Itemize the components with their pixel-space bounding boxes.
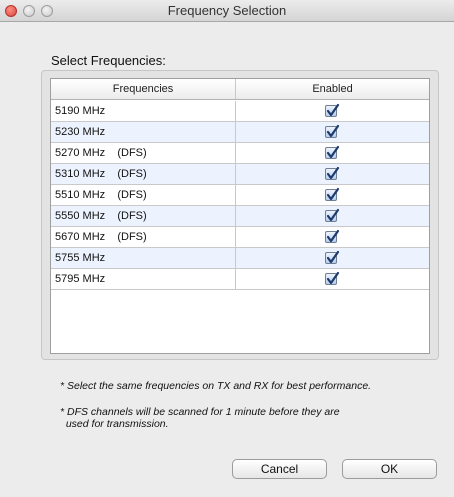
enabled-checkbox[interactable] (325, 187, 340, 201)
checkmark-icon (326, 250, 340, 264)
enabled-cell (236, 143, 429, 163)
enabled-cell (236, 101, 429, 121)
table-row[interactable]: 5190 MHz (51, 101, 429, 122)
enabled-cell (236, 185, 429, 205)
enabled-cell (236, 269, 429, 289)
frequency-selection-window: Frequency Selection Select Frequencies: … (0, 0, 454, 497)
enabled-checkbox[interactable] (325, 208, 340, 222)
column-header-enabled[interactable]: Enabled (236, 79, 429, 99)
enabled-cell (236, 122, 429, 142)
checkmark-icon (326, 166, 340, 180)
checkmark-icon (326, 103, 340, 117)
enabled-checkbox[interactable] (325, 229, 340, 243)
enabled-cell (236, 227, 429, 247)
checkmark-icon (326, 271, 340, 285)
frequency-cell: 5670 MHz (DFS) (51, 227, 236, 247)
title-bar: Frequency Selection (0, 0, 454, 22)
table-row[interactable]: 5270 MHz (DFS) (51, 143, 429, 164)
note-same-frequencies: * Select the same frequencies on TX and … (60, 380, 372, 392)
frequency-table: Frequencies Enabled 5190 MHz 5230 MHz 5270… (50, 78, 430, 354)
frequency-cell: 5270 MHz (DFS) (51, 143, 236, 163)
enabled-cell (236, 248, 429, 268)
frequency-cell: 5310 MHz (DFS) (51, 164, 236, 184)
frequency-cell: 5230 MHz (51, 122, 236, 142)
table-row[interactable]: 5550 MHz (DFS) (51, 206, 429, 227)
enabled-checkbox[interactable] (325, 145, 340, 159)
table-row[interactable]: 5795 MHz (51, 269, 429, 290)
enabled-checkbox[interactable] (325, 271, 340, 285)
checkmark-icon (326, 187, 340, 201)
enabled-cell (236, 206, 429, 226)
column-header-frequencies[interactable]: Frequencies (51, 79, 236, 99)
checkmark-icon (326, 145, 340, 159)
enabled-checkbox[interactable] (325, 250, 340, 264)
frequency-cell: 5510 MHz (DFS) (51, 185, 236, 205)
note-dfs-scan: * DFS channels will be scanned for 1 min… (60, 406, 340, 430)
frequency-cell: 5550 MHz (DFS) (51, 206, 236, 226)
window-title: Frequency Selection (167, 3, 287, 18)
frequency-cell: 5190 MHz (51, 101, 236, 121)
checkmark-icon (326, 124, 340, 138)
table-body: 5190 MHz 5230 MHz 5270 MHz (DFS) 5310 MHz (… (51, 101, 429, 290)
table-row[interactable]: 5310 MHz (DFS) (51, 164, 429, 185)
table-row[interactable]: 5755 MHz (51, 248, 429, 269)
table-row[interactable]: 5670 MHz (DFS) (51, 227, 429, 248)
frequency-cell: 5755 MHz (51, 248, 236, 268)
table-header: Frequencies Enabled (51, 79, 429, 100)
frequency-cell: 5795 MHz (51, 269, 236, 289)
enabled-checkbox[interactable] (325, 124, 340, 138)
enabled-checkbox[interactable] (325, 103, 340, 117)
checkmark-icon (326, 229, 340, 243)
checkmark-icon (326, 208, 340, 222)
ok-button[interactable]: OK (342, 459, 437, 479)
table-row[interactable]: 5510 MHz (DFS) (51, 185, 429, 206)
table-row[interactable]: 5230 MHz (51, 122, 429, 143)
enabled-cell (236, 164, 429, 184)
enabled-checkbox[interactable] (325, 166, 340, 180)
cancel-button[interactable]: Cancel (232, 459, 327, 479)
section-label: Select Frequencies: (51, 53, 166, 68)
